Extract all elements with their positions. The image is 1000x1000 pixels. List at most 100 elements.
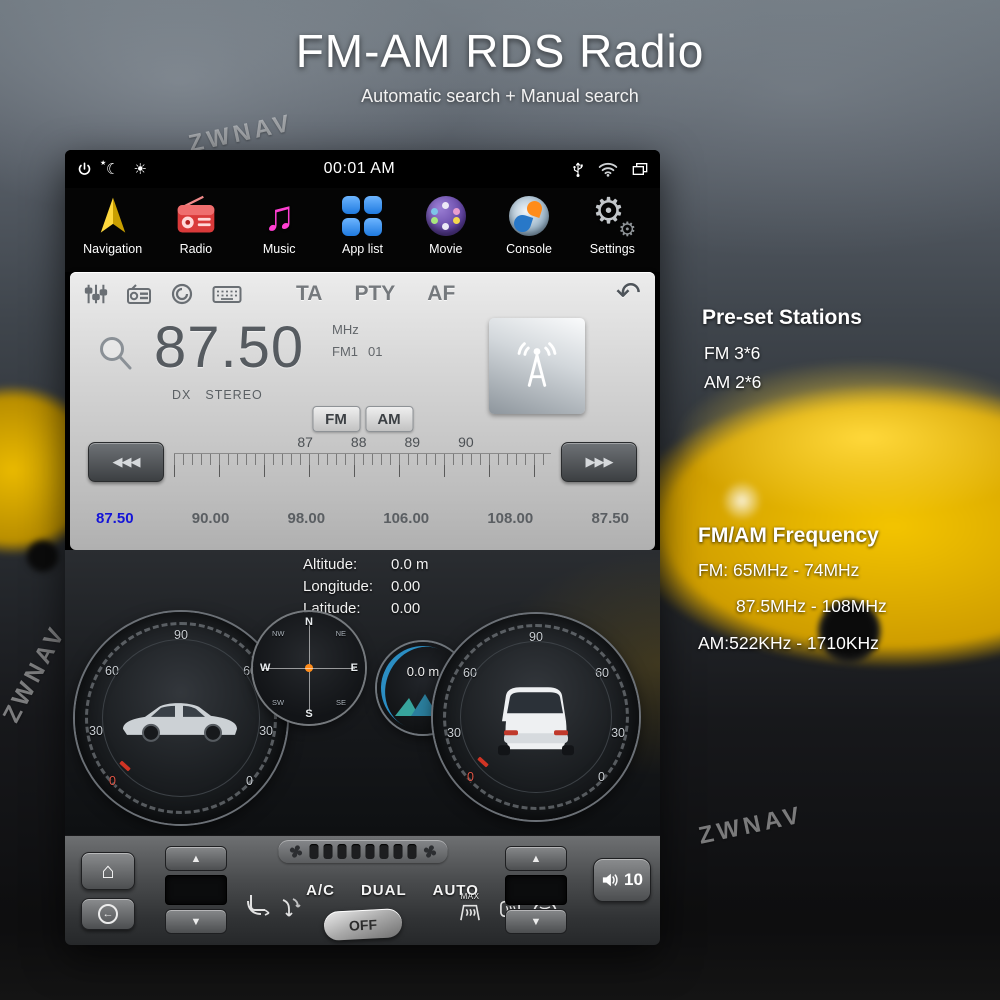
annotation-freq-am: AM:522KHz - 1710KHz: [698, 633, 879, 654]
head-unit-screen: ☾★ ☀ 00:01 AM Navigation Radio ♫ Music A…: [65, 150, 660, 945]
af-button[interactable]: AF: [427, 282, 455, 306]
red-zero-tick: [477, 756, 489, 767]
seat-vent-icon[interactable]: [245, 892, 271, 923]
dock-item-movie[interactable]: Movie: [409, 192, 483, 256]
page-title: FM-AM RDS Radio: [0, 24, 1000, 78]
clock: 00:01 AM: [147, 160, 572, 178]
fan-speed-strip[interactable]: [278, 840, 447, 863]
speed-gauge-right: 0 30 60 90 60 30 0: [433, 614, 639, 820]
fan-icon: [287, 843, 304, 860]
home-button[interactable]: ⌂: [81, 852, 135, 890]
equalizer-icon[interactable]: [84, 282, 108, 306]
climate-off-button[interactable]: OFF: [323, 908, 402, 941]
tab-fm[interactable]: FM: [312, 406, 360, 432]
car-rear-icon: [488, 680, 584, 760]
passenger-temp-stepper: ▲ ▼: [505, 846, 567, 934]
temp-up-button[interactable]: ▲: [165, 846, 227, 871]
compass-center-dot: [305, 664, 313, 672]
altitude-row: Altitude:0.0 m: [303, 554, 429, 576]
dx-stereo-flags: DXSTEREO: [172, 388, 263, 402]
dock-item-settings[interactable]: ⚙⚙ Settings: [575, 192, 649, 256]
fan-icon: [421, 843, 438, 860]
usb-icon: [572, 160, 584, 178]
brightness-icon[interactable]: ☀: [133, 162, 146, 177]
preset-station[interactable]: 87.50: [591, 510, 629, 527]
annotation-freq-title: FM/AM Frequency: [698, 524, 879, 548]
annotation-freq-fm2: 87.5MHz - 108MHz: [736, 596, 887, 617]
dock-item-console[interactable]: Console: [492, 192, 566, 256]
back-arrow-icon: ←: [98, 904, 118, 924]
longitude-row: Longitude:0.00: [303, 576, 429, 598]
temp-down-button[interactable]: ▼: [165, 909, 227, 934]
app-dock: Navigation Radio ♫ Music App list Movie …: [65, 188, 660, 272]
preset-station[interactable]: 90.00: [192, 510, 230, 527]
temp-display: [165, 875, 227, 905]
annotation-preset-am: AM 2*6: [704, 372, 761, 393]
app-grid-icon: [342, 196, 382, 236]
dock-item-radio[interactable]: Radio: [159, 192, 233, 256]
windows-cascade-icon[interactable]: [632, 162, 648, 176]
back-icon[interactable]: ↶: [616, 279, 641, 309]
tuner-spiral-icon[interactable]: [170, 282, 194, 306]
tuning-scale[interactable]: 87 88 89 90: [174, 434, 551, 477]
annotation-preset-fm: FM 3*6: [704, 343, 760, 364]
antenna-broadcast-icon: [506, 335, 568, 397]
compass-widget: N S E W NE NW SE SW: [253, 612, 365, 724]
status-bar: ☾★ ☀ 00:01 AM: [65, 150, 660, 188]
movie-reel-icon: [426, 196, 466, 236]
preset-station[interactable]: 98.00: [288, 510, 326, 527]
radio-toolbar: TA PTY AF ↶: [70, 276, 655, 312]
annotation-preset-title: Pre-set Stations: [702, 306, 862, 330]
night-mode-icon[interactable]: ☾★: [106, 162, 119, 177]
preset-station[interactable]: 108.00: [487, 510, 533, 527]
red-zero-tick: [119, 760, 131, 771]
tab-am[interactable]: AM: [365, 406, 413, 432]
dashboard-widgets: Altitude:0.0 m Longitude:0.00 Latitude:0…: [65, 550, 660, 835]
frequency-value: 87.50: [154, 314, 304, 381]
temp-up-button[interactable]: ▲: [505, 846, 567, 871]
seek-down-button[interactable]: ◀◀◀: [88, 442, 164, 482]
climate-bar: ⌂ ← ▲ ▼ A/C DUAL AUTO OFF MAX ▲ ▼ 10: [65, 835, 660, 945]
pty-button[interactable]: PTY: [354, 282, 395, 306]
boombox-icon[interactable]: [126, 283, 152, 305]
speed-gauge-left: 0 30 60 90 60 30 0: [75, 612, 287, 824]
console-swirl-icon: [509, 196, 549, 236]
frequency-unit: MHz: [332, 322, 359, 337]
dock-item-app-list[interactable]: App list: [325, 192, 399, 256]
volume-button[interactable]: 10: [593, 858, 651, 902]
ac-indicator[interactable]: A/C: [306, 882, 335, 899]
power-icon[interactable]: [77, 162, 92, 177]
front-defrost-icon[interactable]: MAX: [457, 892, 483, 927]
gear-icon: ⚙⚙: [590, 194, 634, 238]
gps-telemetry: Altitude:0.0 m Longitude:0.00 Latitude:0…: [303, 554, 429, 620]
dock-item-music[interactable]: ♫ Music: [242, 192, 316, 256]
scale-number: 88: [351, 434, 367, 450]
volume-level: 10: [624, 870, 643, 890]
keyboard-icon[interactable]: [212, 283, 242, 305]
music-note-icon: ♫: [263, 194, 295, 238]
back-button[interactable]: ←: [81, 898, 135, 930]
page-subtitle: Automatic search + Manual search: [0, 86, 1000, 107]
preset-list: 87.50 90.00 98.00 106.00 108.00 87.50: [96, 510, 629, 527]
band-memory: FM101: [332, 344, 382, 359]
preset-station[interactable]: 106.00: [383, 510, 429, 527]
search-tune-icon[interactable]: [94, 332, 138, 376]
broadcast-tile: [489, 318, 585, 414]
tick-marks: [174, 453, 551, 477]
navigation-arrow-icon: [92, 195, 134, 237]
radio-app-icon: [174, 194, 218, 238]
ta-button[interactable]: TA: [296, 282, 322, 306]
radio-panel: TA PTY AF ↶ 87.50 MHz FM101 DXSTEREO FM …: [70, 272, 655, 550]
temp-display: [505, 875, 567, 905]
dual-indicator[interactable]: DUAL: [361, 882, 407, 899]
scale-number: 90: [458, 434, 474, 450]
temp-down-button[interactable]: ▼: [505, 909, 567, 934]
speaker-icon: [601, 872, 619, 888]
wifi-icon: [598, 162, 618, 177]
scale-number: 87: [297, 434, 313, 450]
footwell-vent-icon[interactable]: [279, 896, 303, 925]
preset-station[interactable]: 87.50: [96, 510, 134, 527]
seek-up-button[interactable]: ▶▶▶: [561, 442, 637, 482]
annotation-freq-fm1: FM: 65MHz - 74MHz: [698, 560, 859, 581]
dock-item-navigation[interactable]: Navigation: [76, 192, 150, 256]
